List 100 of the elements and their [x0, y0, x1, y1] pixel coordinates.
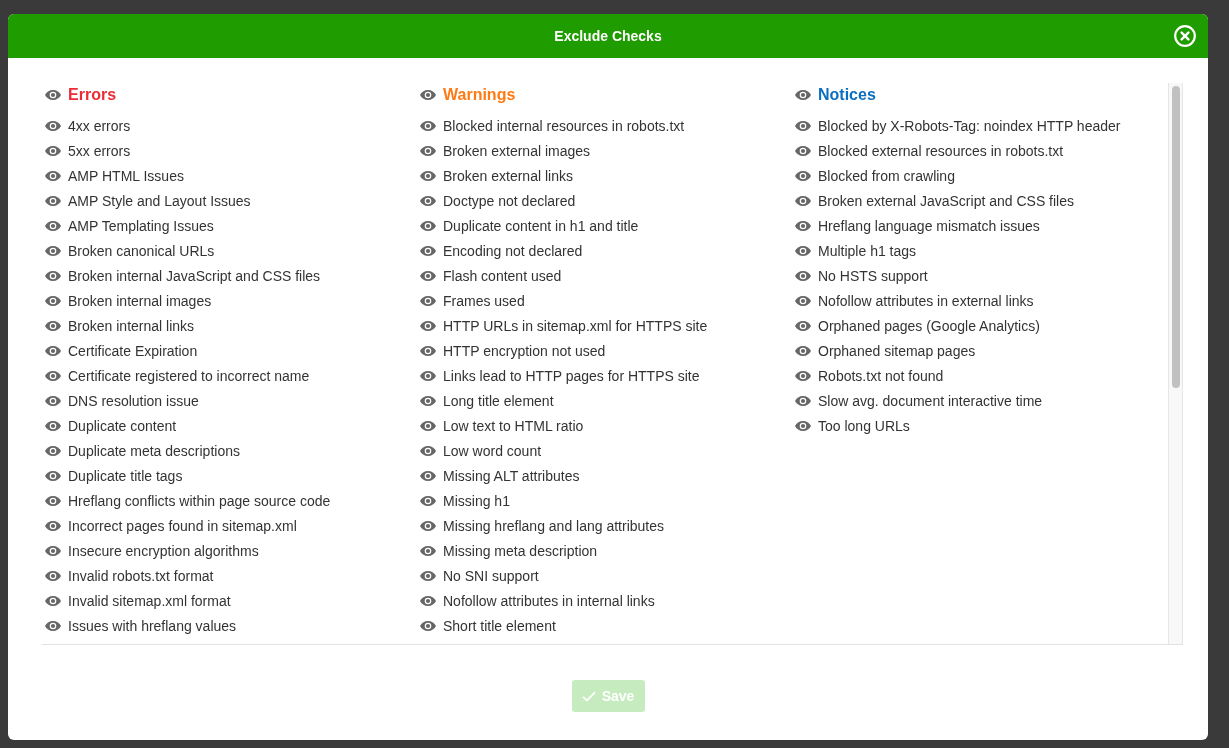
eye-icon[interactable]: [795, 120, 811, 131]
eye-icon[interactable]: [420, 445, 436, 456]
eye-icon[interactable]: [420, 270, 436, 281]
eye-icon[interactable]: [420, 470, 436, 481]
check-label: Blocked internal resources in robots.txt: [443, 117, 685, 134]
check-label: Broken internal links: [68, 317, 195, 334]
eye-icon[interactable]: [45, 345, 61, 356]
check-label: No SNI support: [443, 567, 539, 584]
check-label: Blocked by X-Robots-Tag: noindex HTTP header: [818, 117, 1121, 134]
eye-icon[interactable]: [420, 595, 436, 606]
check-label: Hreflang language mismatch issues: [818, 217, 1040, 234]
eye-icon[interactable]: [45, 170, 61, 181]
eye-icon[interactable]: [795, 320, 811, 331]
eye-icon[interactable]: [420, 420, 436, 431]
close-icon: [1174, 25, 1196, 47]
check-label: Multiple h1 tags: [818, 242, 917, 259]
check-label: AMP Templating Issues: [68, 217, 214, 234]
eye-icon[interactable]: [45, 595, 61, 606]
check-label: Broken external images: [443, 142, 591, 159]
check-label: Duplicate content in h1 and title: [443, 217, 639, 234]
eye-icon[interactable]: [45, 520, 61, 531]
eye-icon[interactable]: [420, 570, 436, 581]
check-label: Frames used: [443, 292, 525, 309]
check-label: Nofollow attributes in external links: [818, 292, 1034, 309]
eye-icon[interactable]: [795, 195, 811, 206]
eye-icon[interactable]: [420, 395, 436, 406]
close-button[interactable]: [1174, 25, 1196, 47]
eye-icon[interactable]: [420, 120, 436, 131]
check-label: Too long URLs: [818, 417, 910, 434]
check-label: AMP Style and Layout Issues: [68, 192, 251, 209]
eye-icon[interactable]: [420, 620, 436, 631]
eye-icon[interactable]: [45, 145, 61, 156]
eye-icon[interactable]: [420, 495, 436, 506]
check-label: Slow avg. document interactive time: [818, 392, 1043, 409]
check-label: Missing hreflang and lang attributes: [443, 517, 665, 534]
eye-icon[interactable]: [420, 345, 436, 356]
scrollbar-track[interactable]: [1168, 83, 1183, 644]
eye-icon[interactable]: [45, 320, 61, 331]
check-label: Certificate Expiration: [68, 342, 198, 359]
check-icon: [581, 690, 596, 702]
eye-icon[interactable]: [45, 270, 61, 281]
eye-icon[interactable]: [45, 195, 61, 206]
check-label: Blocked external resources in robots.txt: [818, 142, 1064, 159]
eye-icon[interactable]: [45, 470, 61, 481]
eye-icon[interactable]: [795, 245, 811, 256]
eye-icon[interactable]: [45, 295, 61, 306]
eye-icon[interactable]: [45, 545, 61, 556]
group-heading: Notices: [818, 86, 876, 104]
eye-icon[interactable]: [45, 620, 61, 631]
check-label: Blocked from crawling: [818, 167, 955, 184]
check-label: Duplicate content: [68, 417, 177, 434]
check-label: Broken canonical URLs: [68, 242, 215, 259]
check-label: Orphaned sitemap pages: [818, 342, 976, 359]
group-heading: Errors: [68, 86, 117, 104]
eye-icon[interactable]: [795, 270, 811, 281]
eye-icon[interactable]: [420, 90, 436, 100]
eye-icon[interactable]: [420, 145, 436, 156]
check-label: Duplicate meta descriptions: [68, 442, 240, 459]
check-label: HTTP URLs in sitemap.xml for HTTPS site: [443, 317, 708, 334]
check-label: Broken internal images: [68, 292, 212, 309]
eye-icon[interactable]: [45, 570, 61, 581]
eye-icon[interactable]: [795, 345, 811, 356]
eye-icon[interactable]: [795, 170, 811, 181]
eye-icon[interactable]: [45, 445, 61, 456]
eye-icon[interactable]: [45, 495, 61, 506]
eye-icon[interactable]: [45, 420, 61, 431]
check-label: Low word count: [443, 442, 542, 459]
scrollbar-thumb[interactable]: [1171, 86, 1180, 388]
eye-icon[interactable]: [795, 370, 811, 381]
check-label: Missing h1: [443, 492, 510, 509]
check-label: Issues with hreflang values: [68, 617, 237, 634]
eye-icon[interactable]: [795, 395, 811, 406]
group-heading: Warnings: [443, 86, 516, 104]
eye-icon[interactable]: [45, 395, 61, 406]
eye-icon[interactable]: [45, 370, 61, 381]
eye-icon[interactable]: [420, 320, 436, 331]
eye-icon[interactable]: [795, 90, 811, 100]
check-label: Broken external JavaScript and CSS files: [818, 192, 1074, 209]
eye-icon[interactable]: [45, 90, 61, 100]
check-label: Nofollow attributes in internal links: [443, 592, 655, 609]
eye-icon[interactable]: [420, 370, 436, 381]
eye-icon[interactable]: [795, 295, 811, 306]
check-label: 4xx errors: [68, 117, 131, 134]
check-label: Robots.txt not found: [818, 367, 944, 384]
check-label: Doctype not declared: [443, 192, 576, 209]
eye-icon[interactable]: [795, 420, 811, 431]
eye-icon[interactable]: [795, 220, 811, 231]
eye-icon[interactable]: [45, 245, 61, 256]
eye-icon[interactable]: [420, 220, 436, 231]
eye-icon[interactable]: [45, 220, 61, 231]
check-label: Insecure encryption algorithms: [68, 542, 259, 559]
check-label: Hreflang conflicts within page source code: [68, 492, 331, 509]
eye-icon[interactable]: [420, 195, 436, 206]
eye-icon[interactable]: [795, 145, 811, 156]
eye-icon[interactable]: [420, 295, 436, 306]
eye-icon[interactable]: [45, 120, 61, 131]
eye-icon[interactable]: [420, 170, 436, 181]
eye-icon[interactable]: [420, 520, 436, 531]
eye-icon[interactable]: [420, 245, 436, 256]
eye-icon[interactable]: [420, 545, 436, 556]
